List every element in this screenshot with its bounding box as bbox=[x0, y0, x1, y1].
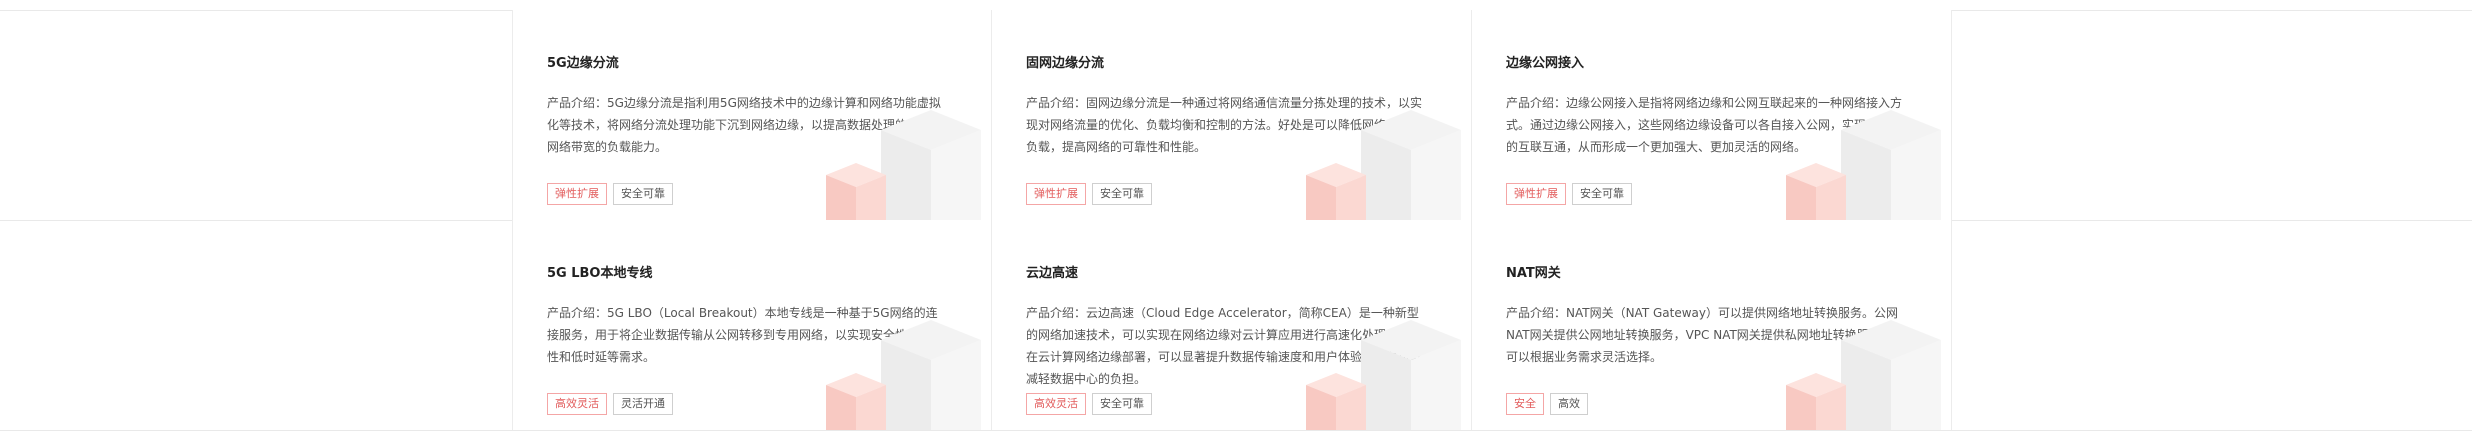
tag: 弹性扩展 bbox=[1026, 183, 1086, 205]
tag: 安全可靠 bbox=[1092, 183, 1152, 205]
cube-decoration-icon bbox=[1306, 110, 1461, 220]
tag-list: 安全 高效 bbox=[1506, 393, 1588, 415]
product-card-cloud-edge-accelerator[interactable]: 云边高速 产品介绍：云边高速（Cloud Edge Accelerator，简称… bbox=[992, 220, 1472, 430]
tag: 弹性扩展 bbox=[1506, 183, 1566, 205]
tag: 安全可靠 bbox=[1092, 393, 1152, 415]
tag: 安全可靠 bbox=[1572, 183, 1632, 205]
tag: 安全可靠 bbox=[613, 183, 673, 205]
product-card-fixed-edge-offload[interactable]: 固网边缘分流 产品介绍：固网边缘分流是一种通过将网络通信流量分拣处理的技术，以实… bbox=[992, 10, 1472, 220]
tag-list: 高效灵活 灵活开通 bbox=[547, 393, 673, 415]
cube-decoration-icon bbox=[1786, 110, 1941, 220]
product-grid-section: 5G边缘分流 产品介绍：5G边缘分流是指利用5G网络技术中的边缘计算和网络功能虚… bbox=[0, 0, 2472, 439]
cube-decoration-icon bbox=[1786, 320, 1941, 430]
tag-list: 高效灵活 安全可靠 bbox=[1026, 393, 1152, 415]
card-grid: 5G边缘分流 产品介绍：5G边缘分流是指利用5G网络技术中的边缘计算和网络功能虚… bbox=[512, 10, 1952, 430]
tag: 高效 bbox=[1550, 393, 1588, 415]
product-card-5g-edge-offload[interactable]: 5G边缘分流 产品介绍：5G边缘分流是指利用5G网络技术中的边缘计算和网络功能虚… bbox=[512, 10, 992, 220]
product-card-edge-public-access[interactable]: 边缘公网接入 产品介绍：边缘公网接入是指将网络边缘和公网互联起来的一种网络接入方… bbox=[1472, 10, 1952, 220]
tag-list: 弹性扩展 安全可靠 bbox=[1506, 183, 1632, 205]
tag: 灵活开通 bbox=[613, 393, 673, 415]
cube-decoration-icon bbox=[826, 320, 981, 430]
cube-decoration-icon bbox=[826, 110, 981, 220]
tag: 安全 bbox=[1506, 393, 1544, 415]
divider-bottom bbox=[0, 430, 2472, 431]
product-card-nat-gateway[interactable]: NAT网关 产品介绍：NAT网关（NAT Gateway）可以提供网络地址转换服… bbox=[1472, 220, 1952, 430]
tag: 高效灵活 bbox=[547, 393, 607, 415]
card-row-2: 5G LBO本地专线 产品介绍：5G LBO（Local Breakout）本地… bbox=[512, 220, 1952, 430]
cube-decoration-icon bbox=[1306, 320, 1461, 430]
card-row-1: 5G边缘分流 产品介绍：5G边缘分流是指利用5G网络技术中的边缘计算和网络功能虚… bbox=[512, 10, 1952, 220]
tag-list: 弹性扩展 安全可靠 bbox=[547, 183, 673, 205]
tag-list: 弹性扩展 安全可靠 bbox=[1026, 183, 1152, 205]
product-card-5g-lbo[interactable]: 5G LBO本地专线 产品介绍：5G LBO（Local Breakout）本地… bbox=[512, 220, 992, 430]
tag: 弹性扩展 bbox=[547, 183, 607, 205]
tag: 高效灵活 bbox=[1026, 393, 1086, 415]
